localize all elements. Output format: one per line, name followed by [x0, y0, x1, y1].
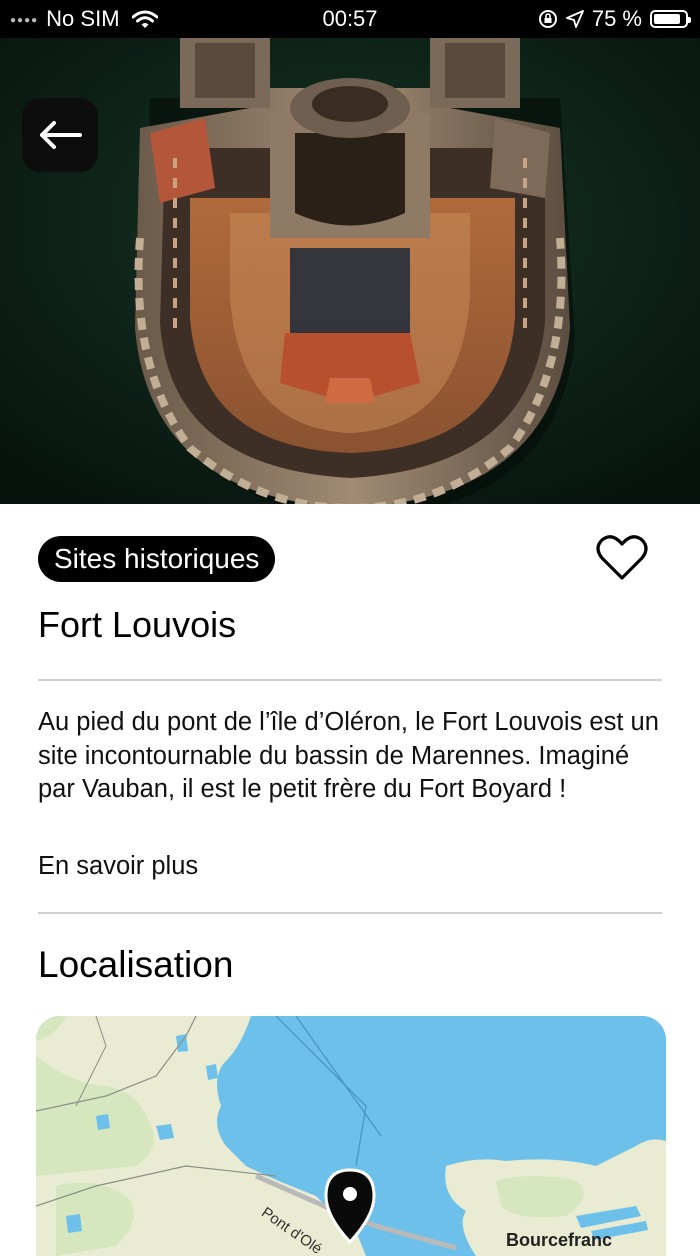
favorite-button[interactable] — [596, 534, 648, 587]
hero-image[interactable] — [0, 38, 700, 504]
description: Au pied du pont de l’île d’Oléron, le Fo… — [38, 708, 659, 803]
status-bar: ●●●● No SIM 00:57 75 % — [0, 0, 700, 38]
fort-aerial-image — [0, 38, 700, 504]
heart-outline-icon — [596, 535, 648, 580]
read-more-link[interactable]: En savoir plus — [38, 852, 198, 881]
battery-percent: 75 % — [591, 6, 642, 31]
location-heading: Localisation — [38, 944, 234, 985]
divider-bottom — [38, 912, 662, 914]
location-map[interactable]: Pont d'Olé Bourcefranc — [36, 1016, 666, 1256]
status-right: 75 % — [538, 6, 691, 32]
back-button[interactable] — [22, 98, 98, 172]
location-arrow-icon — [565, 10, 584, 28]
map-pin-icon[interactable] — [320, 1166, 380, 1246]
orientation-lock-icon — [538, 10, 557, 28]
battery-icon — [650, 10, 691, 28]
arrow-left-icon — [40, 121, 82, 149]
map-town-label: Bourcefranc — [506, 1230, 613, 1250]
divider-top — [38, 679, 662, 681]
category-badge: Sites historiques — [38, 536, 276, 582]
page-title: Fort Louvois — [38, 604, 237, 645]
